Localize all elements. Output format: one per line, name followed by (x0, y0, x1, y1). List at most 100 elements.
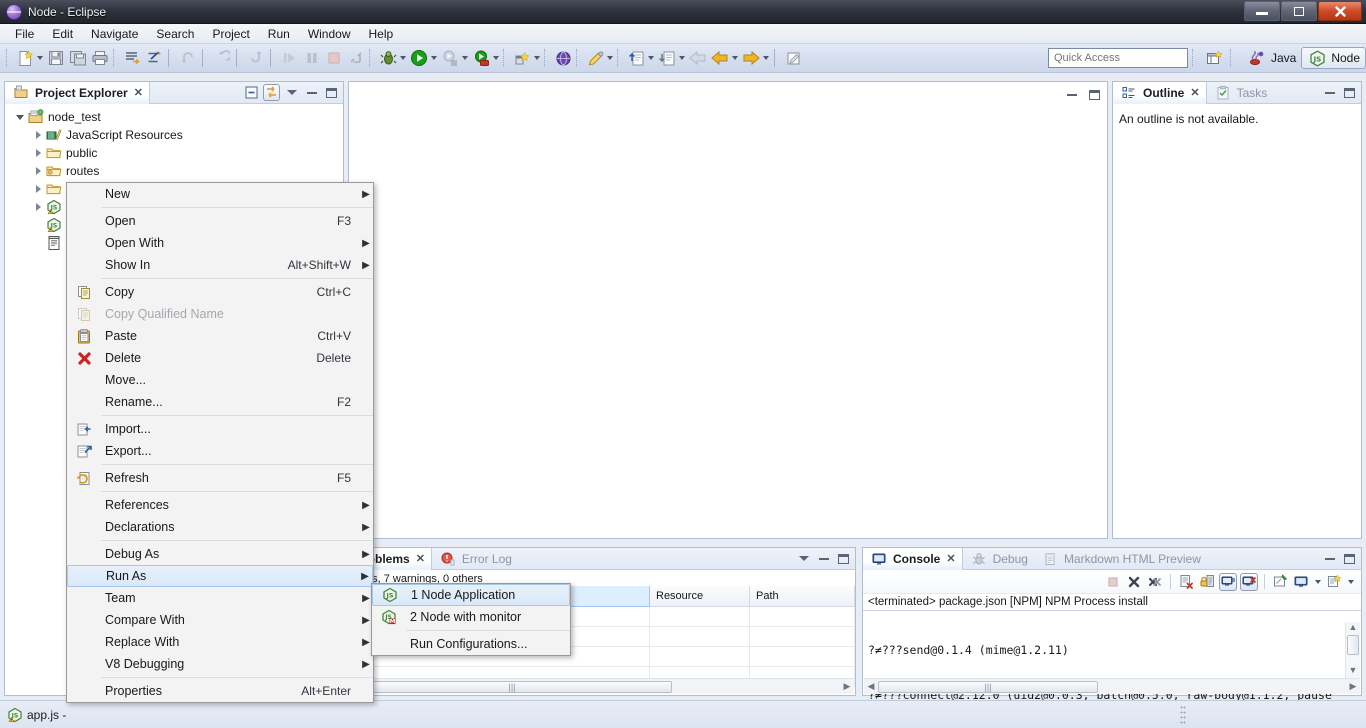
scrollbar-thumb[interactable] (1347, 635, 1359, 655)
menu-item-debug-as[interactable]: Debug As ▶ (67, 543, 373, 565)
menu-help[interactable]: Help (360, 25, 403, 43)
remove-all-terminated-icon[interactable] (1146, 573, 1164, 591)
menu-item-open-with[interactable]: Open With ▶ (67, 232, 373, 254)
console-vertical-scrollbar[interactable]: ▲ ▼ (1345, 622, 1360, 678)
menu-item-move[interactable]: Move... (67, 369, 373, 391)
external-tools-button[interactable] (470, 46, 501, 70)
run-history-dropdown-arrow[interactable] (460, 48, 469, 68)
menu-item-team[interactable]: Team ▶ (67, 587, 373, 609)
maximize-view-button[interactable] (835, 550, 852, 567)
run-button[interactable] (408, 46, 439, 70)
maximize-editor-button[interactable] (1086, 86, 1103, 103)
new-untitled-text-button[interactable] (783, 46, 805, 70)
minimize-view-button[interactable] (815, 550, 832, 567)
tab-project-explorer[interactable]: Project Explorer ✕ (5, 81, 150, 104)
close-button[interactable] (1318, 1, 1362, 21)
tree-item-javascript-resources[interactable]: JavaScript Resources (5, 126, 343, 144)
problems-col-resource[interactable]: Resource (649, 586, 750, 607)
menu-search[interactable]: Search (147, 25, 203, 43)
external-tools-dropdown-arrow[interactable] (491, 48, 500, 68)
search-button[interactable] (584, 46, 615, 70)
new-wizard-dropdown-arrow[interactable] (35, 48, 44, 68)
collapse-all-button[interactable] (243, 84, 260, 101)
remove-launch-icon[interactable] (1125, 573, 1143, 591)
tab-tasks[interactable]: Tasks (1207, 82, 1274, 104)
menu-item-refresh[interactable]: Refresh F5 (67, 467, 373, 489)
tab-debug[interactable]: Debug (963, 548, 1034, 570)
close-icon[interactable]: ✕ (1190, 86, 1199, 99)
menu-item-open[interactable]: Open F3 (67, 210, 373, 232)
tab-outline[interactable]: Outline ✕ (1113, 81, 1207, 104)
scrollbar-thumb[interactable]: ||| (878, 680, 1098, 693)
menu-item-references[interactable]: References ▶ (67, 494, 373, 516)
scroll-up-arrow-icon[interactable]: ▲ (1349, 622, 1358, 635)
tree-item-routes[interactable]: routes (5, 162, 343, 180)
tree-item-node-test[interactable]: node_test (5, 108, 343, 126)
scrollbar-thumb[interactable]: ||| (352, 680, 672, 693)
scroll-left-arrow-icon[interactable]: ◀ (864, 681, 878, 692)
perspective-java[interactable]: Java (1242, 47, 1301, 69)
context-menu[interactable]: New ▶ Open F3 Open With ▶ Show In Alt+Sh… (66, 182, 374, 703)
maximize-view-button[interactable] (1341, 550, 1358, 567)
resize-grip[interactable] (1180, 705, 1186, 725)
tab-console[interactable]: Console ✕ (863, 547, 963, 570)
terminate-icon[interactable] (1104, 573, 1122, 591)
menu-item-new[interactable]: New ▶ (67, 183, 373, 205)
tree-item-public[interactable]: public (5, 144, 343, 162)
clear-console-icon[interactable] (1177, 573, 1195, 591)
expand-twisty-icon[interactable] (31, 146, 45, 160)
backward-dropdown-arrow[interactable] (730, 48, 739, 68)
expand-twisty-icon[interactable] (31, 200, 45, 214)
print-button[interactable] (89, 46, 111, 70)
step-over-button[interactable] (177, 46, 199, 70)
open-console-dropdown-arrow[interactable] (1346, 572, 1355, 592)
view-menu-button[interactable] (795, 550, 812, 567)
step-return-button[interactable] (211, 46, 233, 70)
restore-button[interactable] (1281, 1, 1317, 21)
pin-console-icon[interactable] (1271, 573, 1289, 591)
expand-twisty-icon[interactable] (31, 182, 45, 196)
previous-annotation-dropdown-arrow[interactable] (646, 48, 655, 68)
debug-button[interactable] (377, 46, 408, 70)
build-button[interactable] (121, 46, 143, 70)
submenu-item-node-application[interactable]: JS 1 Node Application (372, 584, 570, 606)
maximize-view-button[interactable] (323, 84, 340, 101)
step-into-button[interactable] (245, 46, 267, 70)
suspend-button[interactable] (301, 46, 323, 70)
problems-col-path[interactable]: Path (749, 586, 855, 607)
new-package-dropdown-arrow[interactable] (532, 48, 541, 68)
submenu-item-node-with-monitor[interactable]: JS M 2 Node with monitor (372, 606, 570, 628)
minimize-view-button[interactable] (1321, 550, 1338, 567)
submenu-item-run-configurations[interactable]: Run Configurations... (372, 633, 570, 655)
close-icon[interactable]: ✕ (946, 552, 955, 565)
forward-dropdown-arrow[interactable] (761, 48, 770, 68)
menu-file[interactable]: File (6, 25, 43, 43)
expand-twisty-icon[interactable] (31, 128, 45, 142)
console-horizontal-scrollbar[interactable]: ◀ ||| ▶ (864, 678, 1360, 694)
close-icon[interactable]: ✕ (134, 86, 143, 99)
scroll-right-arrow-icon[interactable]: ▶ (1346, 681, 1360, 692)
show-console-on-error-icon[interactable] (1240, 572, 1258, 591)
next-annotation-button[interactable] (656, 46, 687, 70)
disconnect-button[interactable] (345, 46, 367, 70)
minimize-view-button[interactable] (303, 84, 320, 101)
view-menu-button[interactable] (283, 84, 300, 101)
menu-item-copy[interactable]: Copy Ctrl+C (67, 281, 373, 303)
run-as-submenu[interactable]: JS 1 Node Application JS M 2 Node with m… (371, 583, 571, 656)
next-annotation-dropdown-arrow[interactable] (677, 48, 686, 68)
menu-item-export[interactable]: Export... (67, 440, 373, 462)
menu-item-paste[interactable]: Paste Ctrl+V (67, 325, 373, 347)
debug-dropdown-arrow[interactable] (398, 48, 407, 68)
open-perspective-button[interactable] (1204, 46, 1226, 70)
minimize-view-button[interactable] (1321, 84, 1338, 101)
new-wizard-button[interactable] (14, 46, 45, 70)
tab-markdown-html-preview[interactable]: Markdown HTML Preview (1034, 548, 1207, 570)
save-all-button[interactable] (67, 46, 89, 70)
menu-window[interactable]: Window (299, 25, 360, 43)
maximize-view-button[interactable] (1341, 84, 1358, 101)
scroll-right-arrow-icon[interactable]: ▶ (840, 681, 854, 692)
perspective-node[interactable]: JS Node (1301, 47, 1366, 69)
validate-button[interactable] (143, 46, 165, 70)
menu-item-compare-with[interactable]: Compare With ▶ (67, 609, 373, 631)
expand-twisty-icon[interactable] (13, 110, 27, 124)
